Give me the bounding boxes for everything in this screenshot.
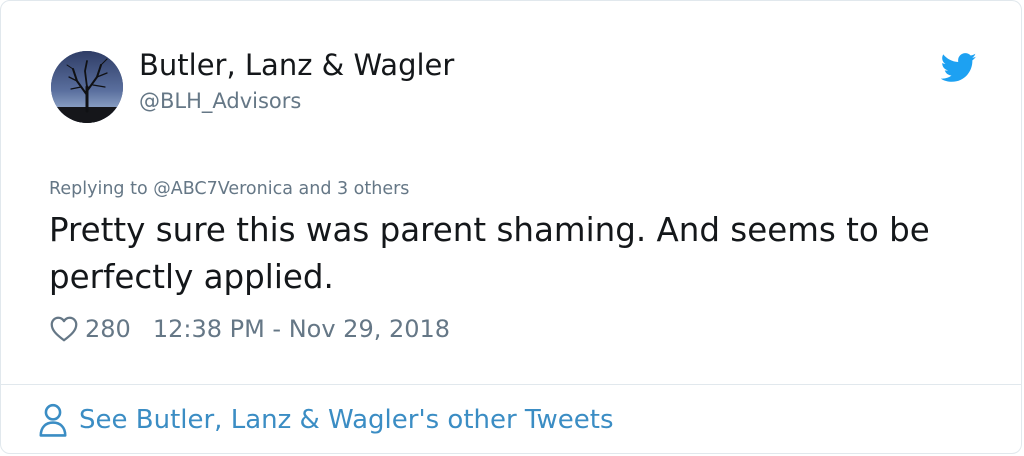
tweet-meta: 280 12:38 PM - Nov 29, 2018 [49, 311, 450, 347]
person-icon [39, 403, 67, 437]
see-other-tweets-label[interactable]: See Butler, Lanz & Wagler's other Tweets [79, 405, 614, 435]
tweet-text: Pretty sure this was parent shaming. And… [49, 211, 930, 296]
like-count[interactable]: 280 [85, 315, 131, 343]
tweet-card: Butler, Lanz & Wagler @BLH_Advisors Repl… [0, 0, 1022, 454]
see-other-tweets-link[interactable]: See Butler, Lanz & Wagler's other Tweets [37, 399, 614, 441]
heart-icon[interactable] [49, 314, 79, 344]
author-handle[interactable]: @BLH_Advisors [139, 88, 301, 114]
tweet-timestamp[interactable]: 12:38 PM - Nov 29, 2018 [153, 315, 450, 343]
divider [1, 384, 1021, 385]
twitter-bird-icon[interactable] [941, 53, 977, 83]
tree-silhouette-icon [51, 51, 123, 123]
replying-to-text[interactable]: Replying to @ABC7Veronica and 3 others [49, 177, 409, 201]
author-display-name[interactable]: Butler, Lanz & Wagler [139, 46, 454, 84]
avatar[interactable] [51, 51, 123, 123]
